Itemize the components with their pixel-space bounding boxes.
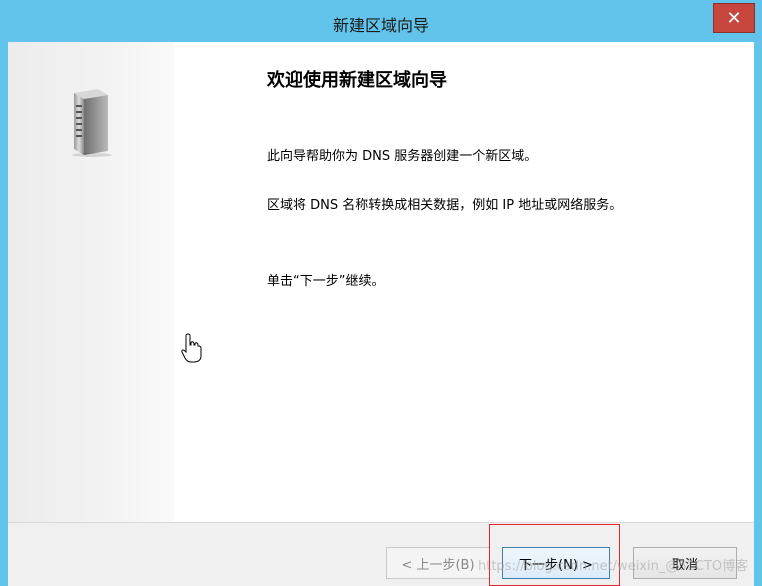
wizard-content: 欢迎使用新建区域向导 此向导帮助你为 DNS 服务器创建一个新区域。 区域将 D… — [8, 42, 754, 522]
title-bar[interactable]: 新建区域向导 ✕ — [0, 0, 762, 44]
button-divider — [8, 522, 754, 523]
intro-paragraph: 此向导帮助你为 DNS 服务器创建一个新区域。 — [267, 149, 538, 164]
hand-cursor-icon — [181, 333, 202, 363]
wizard-sidebar — [8, 42, 174, 522]
description-paragraph: 区域将 DNS 名称转换成相关数据，例如 IP 地址或网络服务。 — [267, 198, 623, 213]
wizard-window: 新建区域向导 ✕ 欢迎使用新建区域向导 此向导帮助你为 DNS 服务器创建一个新… — [0, 0, 762, 586]
window-title: 新建区域向导 — [332, 16, 429, 35]
server-icon — [72, 89, 112, 157]
highlight-box — [489, 524, 620, 586]
client-area: 欢迎使用新建区域向导 此向导帮助你为 DNS 服务器创建一个新区域。 区域将 D… — [8, 42, 754, 586]
wizard-heading: 欢迎使用新建区域向导 — [267, 70, 447, 91]
cancel-button[interactable]: 取消 — [633, 547, 737, 579]
close-button[interactable]: ✕ — [713, 3, 755, 33]
instruction-paragraph: 单击“下一步”继续。 — [267, 274, 385, 289]
back-button[interactable]: < 上一步(B) — [386, 547, 490, 579]
close-icon: ✕ — [726, 7, 742, 29]
